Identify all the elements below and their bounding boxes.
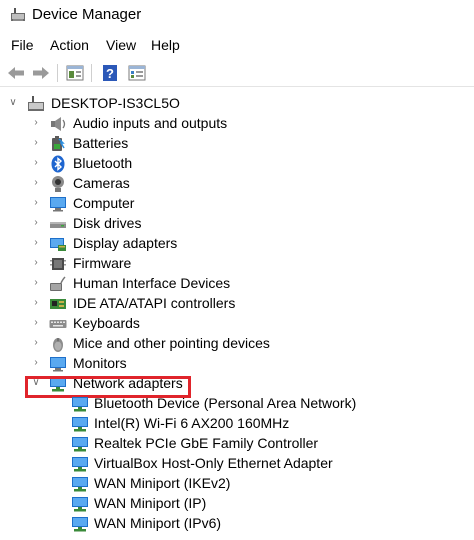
tree-item-firmware[interactable]: › Firmware xyxy=(0,254,474,274)
collapse-chevron-icon[interactable]: ∨ xyxy=(7,96,19,110)
monitor-icon xyxy=(49,195,67,213)
network-adapter-item[interactable]: WAN Miniport (IKEv2) xyxy=(0,474,474,494)
device-tree: ∨ DESKTOP-IS3CL5O › Audio inputs and out… xyxy=(0,92,474,540)
expand-chevron-icon[interactable]: › xyxy=(30,296,42,310)
tree-item-mice[interactable]: › Mice and other pointing devices xyxy=(0,334,474,354)
network-adapter-icon xyxy=(71,475,89,493)
network-adapter-icon xyxy=(71,515,89,533)
expand-chevron-icon[interactable]: › xyxy=(30,216,42,230)
network-adapter-label: WAN Miniport (IP) xyxy=(94,495,207,511)
tree-item-bluetooth[interactable]: › Bluetooth xyxy=(0,154,474,174)
device-manager-icon xyxy=(10,7,26,23)
tree-item-label: Cameras xyxy=(73,175,130,191)
tree-item-display-adapters[interactable]: › Display adapters xyxy=(0,234,474,254)
network-adapter-icon xyxy=(71,395,89,413)
expand-chevron-icon[interactable]: › xyxy=(30,136,42,150)
network-adapter-label: Bluetooth Device (Personal Area Network) xyxy=(94,395,357,411)
expand-chevron-icon[interactable]: › xyxy=(30,356,42,370)
network-adapter-label: Realtek PCIe GbE Family Controller xyxy=(94,435,319,451)
network-adapter-label: WAN Miniport (IPv6) xyxy=(94,515,222,531)
properties-icon[interactable] xyxy=(64,62,86,84)
tree-item-label: Display adapters xyxy=(73,235,178,251)
window-title: Device Manager xyxy=(32,6,142,23)
disk-drive-icon xyxy=(49,215,67,233)
tree-root[interactable]: ∨ DESKTOP-IS3CL5O xyxy=(0,94,474,114)
firmware-icon xyxy=(49,255,67,273)
computer-icon xyxy=(27,95,45,113)
expand-chevron-icon[interactable]: › xyxy=(30,196,42,210)
expand-chevron-icon[interactable]: › xyxy=(30,156,42,170)
hid-icon xyxy=(49,275,67,293)
svg-text:?: ? xyxy=(106,66,114,81)
update-view-icon[interactable] xyxy=(126,62,148,84)
expand-chevron-icon[interactable]: › xyxy=(30,176,42,190)
tree-item-label: Batteries xyxy=(73,135,129,151)
network-adapter-item[interactable]: WAN Miniport (IPv6) xyxy=(0,514,474,534)
tree-item-label: Computer xyxy=(73,195,135,211)
tree-item-disk-drives[interactable]: › Disk drives xyxy=(0,214,474,234)
menu-file[interactable]: File xyxy=(10,37,35,53)
bluetooth-icon xyxy=(49,155,67,173)
tree-item-label: Disk drives xyxy=(73,215,142,231)
network-adapter-icon xyxy=(71,455,89,473)
toolbar: ? xyxy=(0,59,474,87)
network-adapter-item[interactable]: Intel(R) Wi-Fi 6 AX200 160MHz xyxy=(0,414,474,434)
tree-item-label: IDE ATA/ATAPI controllers xyxy=(73,295,236,311)
help-icon[interactable]: ? xyxy=(99,62,121,84)
tree-item-audio[interactable]: › Audio inputs and outputs xyxy=(0,114,474,134)
forward-arrow-icon[interactable] xyxy=(30,62,52,84)
tree-item-monitors[interactable]: › Monitors xyxy=(0,354,474,374)
battery-icon xyxy=(49,135,67,153)
network-adapter-label: VirtualBox Host-Only Ethernet Adapter xyxy=(94,455,333,471)
expand-chevron-icon[interactable]: › xyxy=(30,236,42,250)
ide-controller-icon xyxy=(49,295,67,313)
back-arrow-icon[interactable] xyxy=(5,62,27,84)
tree-item-label: Keyboards xyxy=(73,315,140,331)
expand-chevron-icon[interactable]: › xyxy=(30,116,42,130)
network-adapter-label: WAN Miniport (IKEv2) xyxy=(94,475,231,491)
keyboard-icon xyxy=(49,315,67,333)
tree-item-label: Monitors xyxy=(73,355,127,371)
camera-icon xyxy=(49,175,67,193)
menu-bar: File Action View Help xyxy=(0,36,474,58)
expand-chevron-icon[interactable]: › xyxy=(30,316,42,330)
tree-item-computer[interactable]: › Computer xyxy=(0,194,474,214)
speaker-icon xyxy=(49,115,67,133)
expand-chevron-icon[interactable]: › xyxy=(30,276,42,290)
network-adapter-label: Intel(R) Wi-Fi 6 AX200 160MHz xyxy=(94,415,290,431)
network-adapter-icon xyxy=(71,495,89,513)
tree-item-hid[interactable]: › Human Interface Devices xyxy=(0,274,474,294)
title-bar: Device Manager xyxy=(0,0,474,34)
tree-item-cameras[interactable]: › Cameras xyxy=(0,174,474,194)
tree-item-label: Mice and other pointing devices xyxy=(73,335,270,351)
toolbar-separator xyxy=(91,64,92,82)
menu-action[interactable]: Action xyxy=(49,37,90,53)
tree-item-ide[interactable]: › IDE ATA/ATAPI controllers xyxy=(0,294,474,314)
expand-chevron-icon[interactable]: › xyxy=(30,336,42,350)
tree-item-label: Audio inputs and outputs xyxy=(73,115,228,131)
tree-item-batteries[interactable]: › Batteries xyxy=(0,134,474,154)
toolbar-separator xyxy=(57,64,58,82)
menu-help[interactable]: Help xyxy=(150,37,181,53)
network-adapter-icon xyxy=(71,435,89,453)
tree-root-label: DESKTOP-IS3CL5O xyxy=(51,95,180,111)
network-adapter-item[interactable]: Realtek PCIe GbE Family Controller xyxy=(0,434,474,454)
tree-item-label: Firmware xyxy=(73,255,132,271)
network-adapter-item[interactable]: Bluetooth Device (Personal Area Network) xyxy=(0,394,474,414)
network-adapter-icon xyxy=(71,415,89,433)
display-adapter-icon xyxy=(49,235,67,253)
network-adapter-item[interactable]: VirtualBox Host-Only Ethernet Adapter xyxy=(0,454,474,474)
network-adapter-item[interactable]: WAN Miniport (IP) xyxy=(0,494,474,514)
mouse-icon xyxy=(49,335,67,353)
tree-item-label: Human Interface Devices xyxy=(73,275,231,291)
expand-chevron-icon[interactable]: › xyxy=(30,256,42,270)
monitor-icon xyxy=(49,355,67,373)
tree-item-keyboards[interactable]: › Keyboards xyxy=(0,314,474,334)
tree-item-label: Bluetooth xyxy=(73,155,133,171)
menu-view[interactable]: View xyxy=(105,37,137,53)
